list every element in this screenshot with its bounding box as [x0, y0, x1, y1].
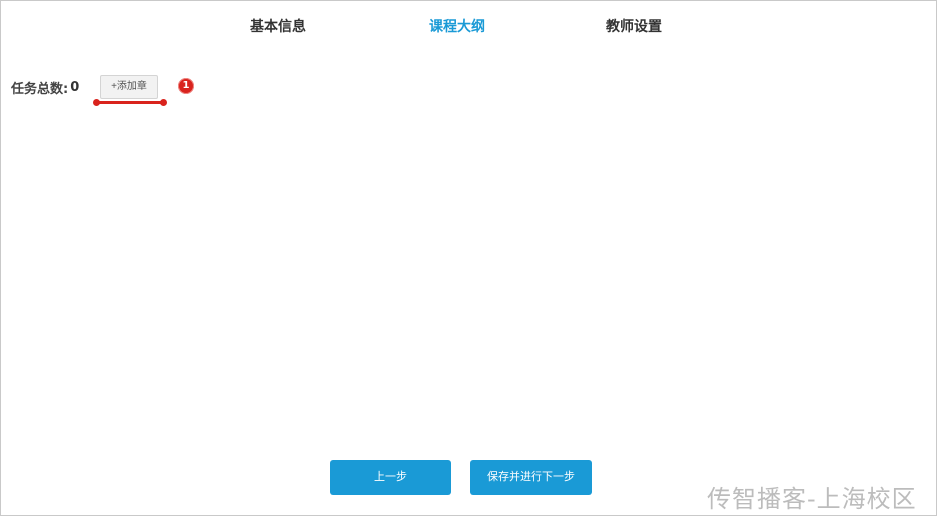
annotation-underline [93, 99, 167, 106]
step-tabs: 基本信息 课程大纲 教师设置 [1, 15, 937, 41]
watermark-text: 传智播客-上海校区 [707, 485, 917, 513]
task-total-count: 0 [70, 79, 80, 95]
task-total-label: 任务总数: [11, 81, 69, 97]
annotation-badge: 1 [178, 78, 194, 94]
add-chapter-button[interactable]: +添加章 [100, 75, 158, 99]
tab-teacher-settings[interactable]: 教师设置 [606, 15, 662, 39]
task-total-row: 任务总数: 0 [11, 74, 79, 100]
save-and-next-button[interactable]: 保存并进行下一步 [470, 460, 592, 495]
previous-step-button[interactable]: 上一步 [330, 460, 451, 495]
tab-basic-info[interactable]: 基本信息 [250, 15, 306, 39]
tab-course-outline[interactable]: 课程大纲 [429, 15, 485, 39]
course-editor-panel: 基本信息 课程大纲 教师设置 任务总数: 0 +添加章 1 上一步 保存并进行下… [0, 0, 937, 516]
